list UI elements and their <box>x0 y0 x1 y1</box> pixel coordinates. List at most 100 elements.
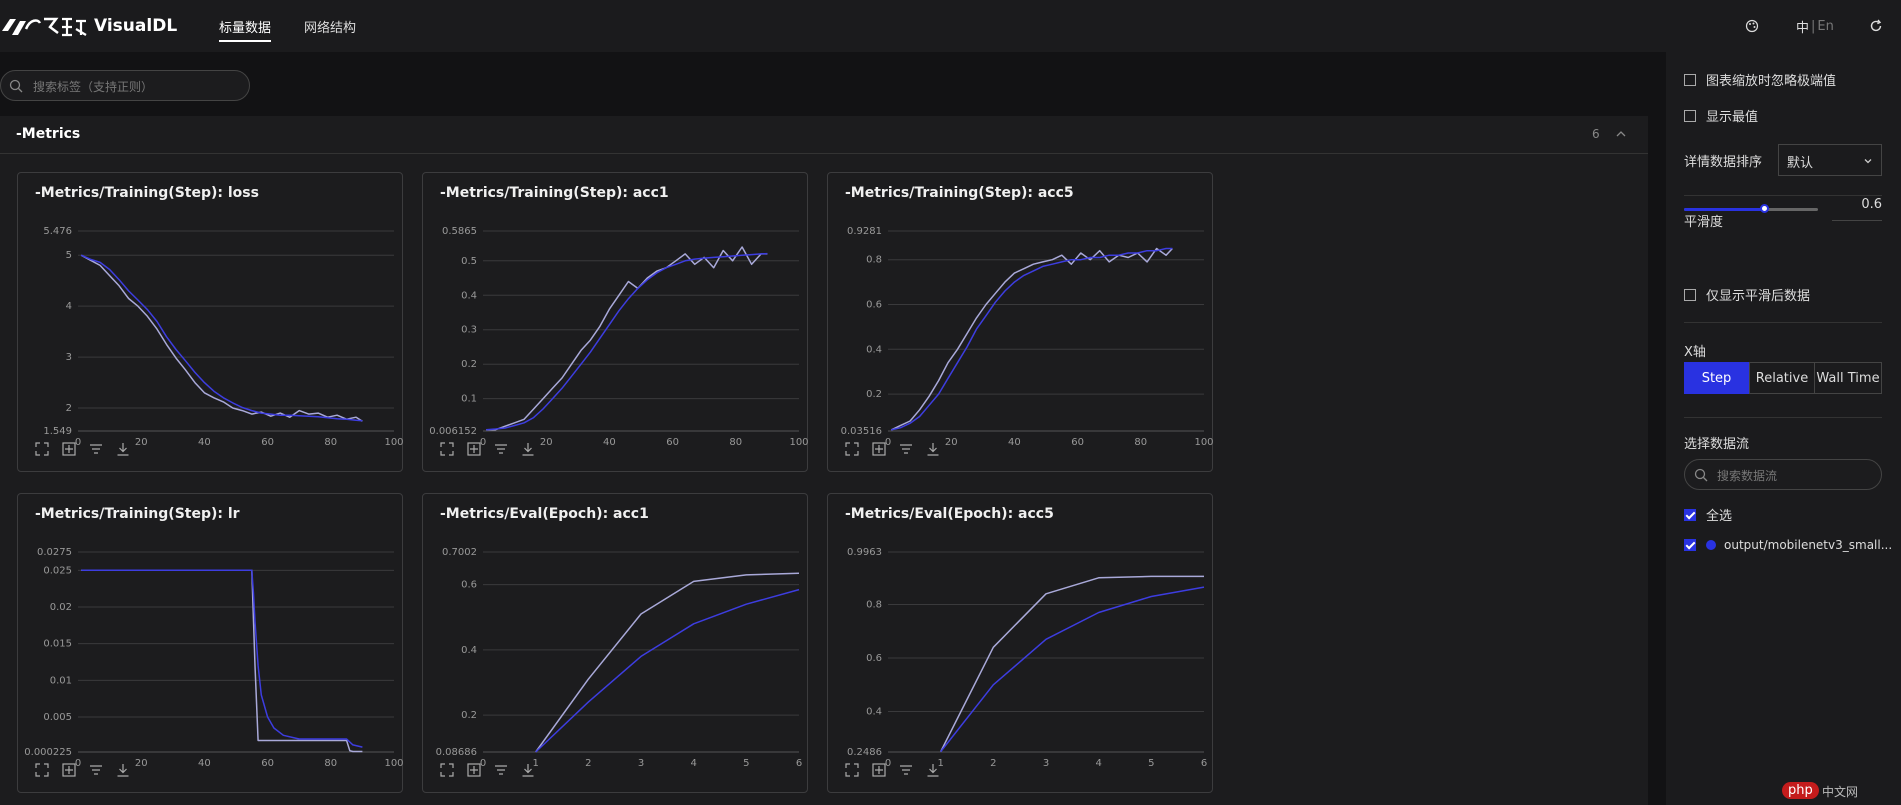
chevron-up-icon[interactable] <box>1615 128 1627 140</box>
download-icon[interactable] <box>925 762 941 778</box>
y-tick-label: 0.2 <box>866 389 882 400</box>
y-tick-label: 0.2 <box>461 710 477 721</box>
xaxis-relative-button[interactable]: Relative <box>1749 362 1815 394</box>
x-tick-label: 4 <box>690 758 696 769</box>
checkbox-icon[interactable] <box>1684 539 1696 551</box>
filter-icon[interactable] <box>493 762 509 778</box>
chart-card: -Metrics/Training(Step): acc5 0.9281 0.8 0… <box>827 172 1214 473</box>
line-chart[interactable]: 5.47654321.5490 20 40 60 80 100 <box>18 173 404 473</box>
tab-scalars[interactable]: 标量数据 <box>219 0 272 52</box>
watermark-text: 中文网 <box>1822 785 1859 799</box>
filter-icon[interactable] <box>88 762 104 778</box>
ignore-outliers-checkbox[interactable]: 图表缩放时忽略极端值 <box>1684 70 1836 89</box>
x-tick-label: 100 <box>789 437 808 448</box>
filter-icon[interactable] <box>493 441 509 457</box>
divider <box>1684 322 1882 323</box>
download-icon[interactable] <box>115 441 131 457</box>
y-tick-label: 0.005 <box>43 712 72 723</box>
checkbox-icon[interactable] <box>1684 288 1696 301</box>
logo[interactable]: VisualDL <box>0 13 177 39</box>
chart-card: -Metrics/Eval(Epoch): acc5 0.9963 0.8 0.6 0… <box>827 493 1213 793</box>
x-tick-label: 60 <box>261 758 274 769</box>
select-all-checkbox[interactable]: 全选 <box>1684 505 1732 524</box>
xaxis-step-button[interactable]: Step <box>1684 362 1749 394</box>
language-switch[interactable]: 中 | En <box>1796 0 1834 52</box>
x-tick-label: 5 <box>1148 758 1154 769</box>
section-header[interactable]: -Metrics 6 <box>0 116 1648 154</box>
y-tick-label: 0.02 <box>50 602 72 613</box>
select-all-label: 全选 <box>1706 509 1733 524</box>
y-tick-label: 0.006152 <box>429 426 477 437</box>
zoom-select-icon[interactable] <box>466 762 482 778</box>
filter-icon[interactable] <box>88 441 104 457</box>
zoom-select-icon[interactable] <box>871 441 887 457</box>
x-tick-label: 80 <box>324 758 337 769</box>
y-tick-label: 0.8 <box>866 600 882 611</box>
maximize-icon[interactable] <box>34 762 50 778</box>
zoom-select-icon[interactable] <box>61 441 77 457</box>
x-tick-label: 6 <box>796 758 802 769</box>
x-tick-label: 20 <box>135 437 148 448</box>
slider-handle[interactable] <box>1760 204 1770 213</box>
lang-zh[interactable]: 中 <box>1796 17 1809 36</box>
y-tick-label: 0.2 <box>461 359 477 370</box>
y-tick-label: 5 <box>66 250 72 261</box>
y-tick-label: 0.8 <box>866 255 882 266</box>
line-chart[interactable]: 0.70020.60.40.20.086860 1 2 3 4 5 6 <box>423 494 809 794</box>
run-checkbox[interactable]: output/mobilenetv3_small... <box>1684 538 1892 552</box>
smoothing-slider[interactable] <box>1684 204 1818 213</box>
smoothed-only-checkbox[interactable]: 仅显示平滑后数据 <box>1684 285 1810 304</box>
maximize-icon[interactable] <box>844 762 860 778</box>
download-icon[interactable] <box>520 441 536 457</box>
x-tick-label: 5 <box>743 758 749 769</box>
maximize-icon[interactable] <box>844 441 860 457</box>
smoothing-value-input[interactable]: 0.6 <box>1832 197 1882 221</box>
x-tick-label: 80 <box>729 437 742 448</box>
line-chart[interactable]: 0.99630.80.60.40.24860 1 2 3 4 5 6 <box>828 494 1214 794</box>
filter-icon[interactable] <box>898 441 914 457</box>
sort-select[interactable]: 默认 <box>1778 144 1882 176</box>
smoothing-label: 平滑度 <box>1684 215 1724 230</box>
datastream-search-input[interactable]: 搜索数据流 <box>1684 459 1882 490</box>
show-extremes-checkbox[interactable]: 显示最值 <box>1684 106 1758 125</box>
xaxis-walltime-button[interactable]: Wall Time <box>1814 362 1882 394</box>
y-tick-label: 0.6 <box>866 299 882 310</box>
theme-button[interactable] <box>1745 0 1759 52</box>
section-title: -Metrics <box>16 126 81 142</box>
tag-search-input[interactable]: 搜索标签（支持正则） <box>0 70 250 101</box>
y-tick-label: 0.4 <box>866 344 882 355</box>
run-color-dot <box>1706 540 1716 550</box>
y-tick-label: 1.549 <box>43 426 72 437</box>
checkbox-icon[interactable] <box>1684 109 1696 122</box>
y-tick-label: 0.0275 <box>37 547 72 558</box>
paddle-logo-icon <box>2 17 87 37</box>
maximize-icon[interactable] <box>439 441 455 457</box>
zoom-select-icon[interactable] <box>871 762 887 778</box>
line-chart[interactable]: 0.92810.80.60.40.20.035160 20 40 60 80 100 <box>828 173 1214 473</box>
series-line-raw <box>940 575 1204 752</box>
checkbox-icon[interactable] <box>1684 508 1696 521</box>
y-tick-label: 5.476 <box>43 226 72 237</box>
download-icon[interactable] <box>115 762 131 778</box>
maximize-icon[interactable] <box>439 762 455 778</box>
filter-icon[interactable] <box>898 762 914 778</box>
xaxis-label: X轴 <box>1684 345 1706 360</box>
x-tick-label: 100 <box>384 437 403 448</box>
checkbox-icon[interactable] <box>1684 73 1696 86</box>
download-icon[interactable] <box>925 441 941 457</box>
tag-search-placeholder: 搜索标签（支持正则） <box>33 80 154 94</box>
y-tick-label: 0.000225 <box>24 747 72 758</box>
tab-graph[interactable]: 网络结构 <box>304 0 356 52</box>
maximize-icon[interactable] <box>34 441 50 457</box>
line-chart[interactable]: 0.58650.50.40.30.20.10.0061520 20 40 60 80 10… <box>423 173 809 473</box>
refresh-icon <box>1870 19 1882 32</box>
zoom-select-icon[interactable] <box>466 441 482 457</box>
refresh-button[interactable] <box>1869 0 1883 52</box>
x-tick-label: 80 <box>324 437 337 448</box>
lang-en[interactable]: En <box>1817 19 1833 34</box>
line-chart[interactable]: 0.02750.0250.020.0150.010.0050.0002250 20… <box>18 494 404 794</box>
zoom-select-icon[interactable] <box>61 762 77 778</box>
settings-panel: 图表缩放时忽略极端值 显示最值 详情数据排序 默认 平滑度 0.6 仅显示平滑后… <box>1666 52 1901 805</box>
chevron-down-icon <box>1864 159 1872 164</box>
download-icon[interactable] <box>520 762 536 778</box>
